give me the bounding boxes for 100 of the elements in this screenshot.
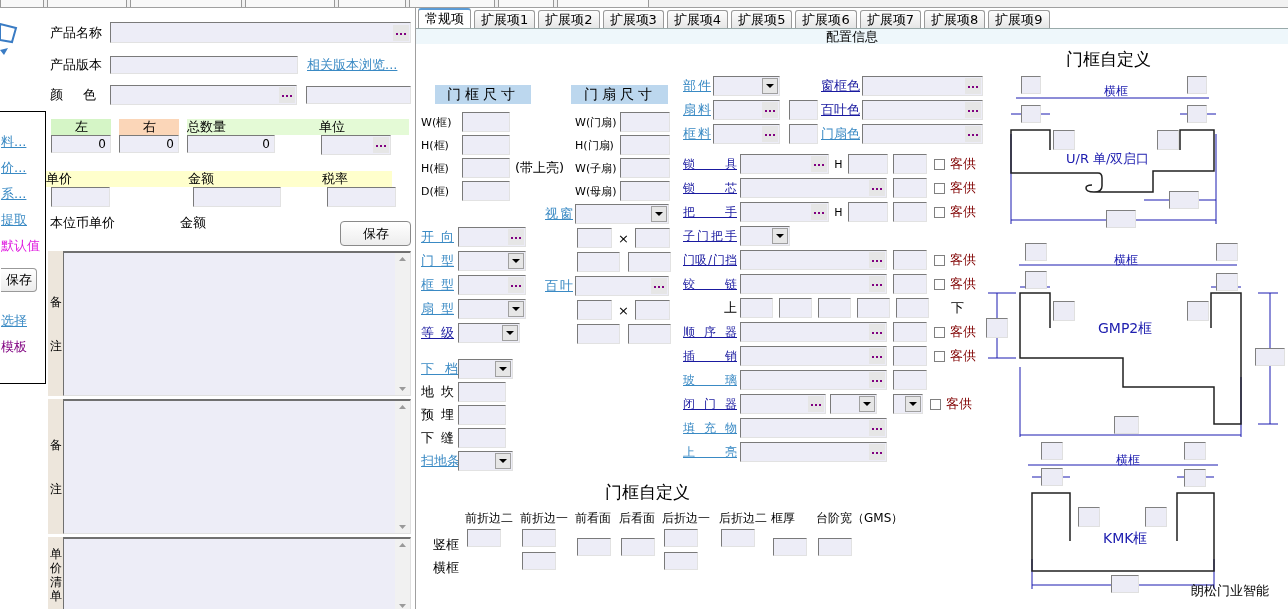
input-field[interactable] [893, 322, 927, 342]
input-field[interactable] [462, 158, 510, 178]
dropdown[interactable] [458, 451, 513, 471]
picker-field[interactable] [740, 154, 829, 174]
dimension-field[interactable] [1025, 243, 1047, 261]
field-link[interactable]: 窗框色 [821, 77, 859, 95]
dimension-field[interactable] [1184, 442, 1206, 460]
input-field[interactable] [458, 405, 506, 425]
dropdown[interactable] [830, 394, 877, 414]
field-link[interactable]: 上 亮 [683, 443, 737, 461]
field-link[interactable]: 框料 [683, 125, 711, 143]
dimension-field[interactable] [1041, 468, 1063, 486]
tab[interactable]: 扩展项3 [602, 10, 664, 28]
field-link[interactable]: 闭 门 器 [683, 395, 737, 413]
dimension-field[interactable] [1114, 416, 1139, 434]
input-field[interactable] [893, 250, 927, 270]
picker-field[interactable] [110, 22, 411, 43]
picker-field[interactable] [321, 135, 391, 155]
side-link[interactable]: 选择 [1, 313, 27, 328]
input-field[interactable] [893, 274, 927, 294]
dropdown[interactable] [713, 76, 780, 96]
dimension-field[interactable] [1187, 105, 1207, 123]
field-link[interactable]: 锁 芯 [683, 179, 737, 197]
input-field[interactable] [110, 56, 298, 74]
input-field[interactable] [818, 538, 852, 556]
field-link[interactable]: 扇料 [683, 101, 711, 119]
input-field[interactable] [51, 187, 110, 207]
input-field[interactable] [577, 300, 612, 320]
checkbox[interactable] [934, 182, 945, 194]
checkbox[interactable] [934, 206, 945, 218]
field-link[interactable]: 门 型 [421, 252, 454, 270]
field-link[interactable]: 子门把手 [683, 227, 737, 245]
side-link[interactable]: 提取 [1, 212, 27, 227]
side-link[interactable]: 料... [1, 134, 27, 149]
scrollbar[interactable] [395, 401, 410, 533]
input-field[interactable] [893, 346, 927, 366]
field-link[interactable]: 百叶色 [821, 101, 859, 119]
dimension-field[interactable] [1021, 105, 1041, 123]
dropdown[interactable] [458, 251, 526, 271]
field-link[interactable]: 开 向 [421, 228, 454, 246]
dropdown[interactable] [458, 359, 513, 379]
picker-field[interactable] [740, 370, 887, 390]
field-link[interactable]: 把 手 [683, 203, 737, 221]
picker-field[interactable] [740, 178, 887, 198]
input-field[interactable] [721, 529, 755, 547]
checkbox[interactable] [934, 254, 945, 266]
dimension-field[interactable] [1025, 271, 1047, 289]
field-link[interactable]: 门吸/门挡 [683, 251, 737, 269]
picker-field[interactable] [862, 124, 983, 144]
input-field[interactable] [857, 298, 890, 318]
field-link[interactable]: 锁 具 [683, 155, 737, 173]
input-field[interactable] [893, 154, 927, 174]
input-field[interactable]: 0 [187, 135, 275, 153]
picker-field[interactable] [862, 76, 983, 96]
picker-field[interactable] [458, 275, 526, 295]
input-field[interactable] [635, 228, 670, 248]
input-field[interactable] [893, 202, 927, 222]
field-link[interactable]: 铰 链 [683, 275, 737, 293]
scrollbar[interactable] [395, 253, 410, 395]
dimension-field[interactable] [1106, 210, 1136, 228]
input-field[interactable] [620, 181, 670, 201]
field-link[interactable]: 框 型 [421, 276, 454, 294]
dropdown[interactable] [893, 394, 923, 414]
field-link[interactable]: 扫地条 [421, 452, 458, 470]
dimension-field[interactable] [986, 318, 1008, 338]
input-field[interactable] [621, 538, 655, 556]
input-field[interactable] [620, 135, 670, 155]
scrollbar[interactable] [395, 539, 410, 609]
input-field[interactable] [193, 187, 281, 207]
dimension-field[interactable] [1216, 243, 1238, 261]
input-field[interactable] [628, 324, 671, 344]
side-link[interactable]: 模板 [1, 339, 27, 354]
input-field[interactable] [818, 298, 851, 318]
input-field[interactable] [577, 252, 620, 272]
input-field[interactable] [893, 370, 927, 390]
dropdown[interactable] [740, 226, 790, 246]
checkbox[interactable] [934, 278, 945, 290]
input-field[interactable] [577, 324, 620, 344]
input-field[interactable] [327, 187, 396, 207]
picker-field[interactable] [713, 124, 780, 144]
dimension-field[interactable] [1157, 130, 1179, 150]
input-field[interactable] [577, 538, 611, 556]
side-link[interactable]: 默认值 [1, 238, 40, 253]
version-link[interactable]: 相关版本浏览... [307, 56, 398, 74]
input-field[interactable] [773, 538, 807, 556]
field-link[interactable]: 等 级 [421, 324, 454, 342]
dropdown[interactable] [458, 299, 526, 319]
input-field[interactable] [628, 252, 671, 272]
field-link[interactable]: 门扇色 [821, 125, 859, 143]
checkbox[interactable] [930, 398, 941, 410]
checkbox[interactable] [934, 326, 945, 338]
tab[interactable]: 扩展项2 [538, 10, 600, 28]
dropdown[interactable] [458, 323, 520, 343]
dimension-field[interactable] [1021, 76, 1041, 94]
tab[interactable]: 扩展项7 [859, 10, 921, 28]
input-field[interactable]: 0 [51, 135, 111, 153]
input-field[interactable] [577, 228, 612, 248]
input-field[interactable] [620, 158, 670, 178]
input-field[interactable] [635, 300, 670, 320]
field-link[interactable]: 玻 璃 [683, 371, 737, 389]
